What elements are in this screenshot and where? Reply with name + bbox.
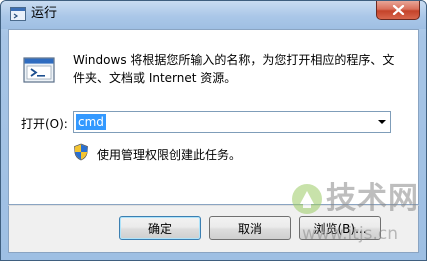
window-title: 运行	[31, 6, 58, 21]
chevron-down-icon[interactable]	[378, 120, 386, 124]
close-icon	[392, 5, 405, 15]
watermark-logo-icon	[292, 184, 322, 214]
close-button[interactable]	[376, 1, 420, 20]
open-label: 打开(O):	[21, 117, 68, 131]
dialog-body: Windows 将根据您所输入的名称，为您打开相应的程序、文件夹、文档或 Int…	[8, 29, 419, 205]
open-combobox[interactable]: cmd	[73, 111, 391, 133]
ok-button[interactable]: 确定	[119, 216, 201, 240]
admin-note: 使用管理权限创建此任务。	[97, 148, 242, 162]
watermark: 技术网 www.itjs.cn	[290, 180, 425, 255]
cancel-button[interactable]: 取消	[209, 216, 291, 240]
title-bar[interactable]: 运行	[1, 1, 426, 29]
run-program-icon	[23, 57, 55, 83]
open-input[interactable]: cmd	[76, 114, 106, 130]
watermark-url: www.itjs.cn	[302, 224, 399, 244]
run-description: Windows 将根据您所输入的名称，为您打开相应的程序、文件夹、文档或 Int…	[73, 53, 395, 85]
watermark-brand: 技术网	[326, 181, 419, 216]
run-icon	[10, 7, 26, 21]
uac-shield-icon	[74, 143, 88, 161]
